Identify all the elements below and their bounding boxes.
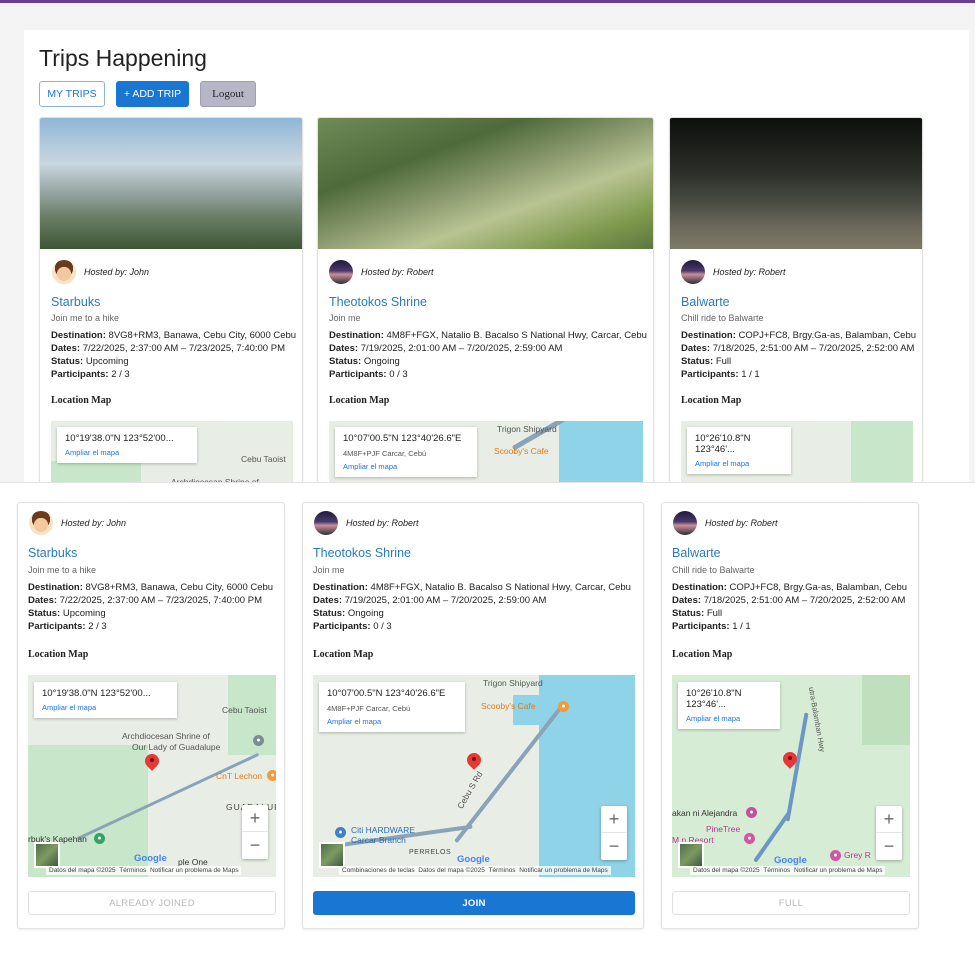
host-row: Hosted by: John — [52, 260, 149, 284]
trip-title[interactable]: Balwarte — [672, 546, 721, 560]
host-label: Hosted by: Robert — [346, 518, 419, 528]
zoom-out-button[interactable]: − — [601, 833, 627, 860]
logout-button[interactable]: Logout — [200, 81, 256, 107]
enlarge-map-link[interactable]: Ampliar el mapa — [65, 448, 189, 457]
location-map-label: Location Map — [313, 649, 374, 660]
sunset-avatar-icon — [329, 260, 353, 284]
trip-title[interactable]: Starbuks — [51, 295, 100, 309]
host-row: Hosted by: Robert — [681, 260, 786, 284]
map-satellite-toggle[interactable] — [319, 842, 345, 868]
trip-title[interactable]: Theotokos Shrine — [313, 546, 411, 560]
trip-title[interactable]: Starbuks — [28, 546, 77, 560]
map-info-box: 10°07'00.5"N 123°40'26.6"E 4M8F+PJF Carc… — [335, 427, 477, 477]
host-row: Hosted by: Robert — [673, 511, 778, 535]
map-info-box: 10°26'10.8"N 123°46'... Ampliar el mapa — [678, 682, 780, 729]
trip-description: Chill ride to Balwarte — [681, 313, 764, 323]
host-label: Hosted by: John — [61, 518, 127, 528]
location-map[interactable]: 10°07'00.5"N 123°40'26.6"E 4M8F+PJF Carc… — [313, 675, 635, 877]
map-info-box: 10°19'38.0"N 123°52'00... Ampliar el map… — [57, 427, 197, 463]
location-map-label: Location Map — [681, 395, 742, 406]
map-pin-icon — [467, 753, 481, 771]
trip-title[interactable]: Theotokos Shrine — [329, 295, 427, 309]
enlarge-map-link[interactable]: Ampliar el mapa — [327, 717, 457, 726]
trip-card-balwarte: Hosted by: Robert Balwarte Chill ride to… — [661, 502, 919, 929]
map-pin-icon — [145, 754, 159, 772]
trip-title[interactable]: Balwarte — [681, 295, 730, 309]
trip-description: Chill ride to Balwarte — [672, 565, 755, 575]
full-button: FULL — [672, 891, 910, 915]
trip-description: Join me to a hike — [28, 565, 97, 575]
trip-card-balwarte-top: Hosted by: Robert Balwarte Chill ride to… — [669, 117, 923, 482]
page-title: Trips Happening — [39, 45, 207, 71]
enlarge-map-link[interactable]: Ampliar el mapa — [695, 459, 783, 468]
trip-details: Destination: COPJ+FC8, Brgy.Ga-as, Balam… — [672, 582, 908, 632]
trip-card-starbuks-top: Hosted by: John Starbuks Join me to a hi… — [39, 117, 303, 482]
trip-description: Join me to a hike — [51, 313, 120, 323]
trips-page-top: Trips Happening MY TRIPS + ADD TRIP Logo… — [24, 30, 969, 482]
map-zoom-control[interactable]: + − — [242, 805, 268, 859]
enlarge-map-link[interactable]: Ampliar el mapa — [42, 703, 169, 712]
host-row: Hosted by: Robert — [314, 511, 419, 535]
location-map[interactable]: 10°19'38.0"N 123°52'00... Ampliar el map… — [28, 675, 276, 877]
boy-avatar-icon — [29, 511, 53, 535]
location-map-label: Location Map — [51, 395, 112, 406]
join-button[interactable]: JOIN — [313, 891, 635, 915]
map-footer: Datos del mapa ©2025 Términos Notificar … — [690, 866, 886, 875]
map-zoom-control[interactable]: + − — [876, 806, 902, 860]
trip-details: Destination: COPJ+FC8, Brgy.Ga-as, Balam… — [681, 330, 917, 380]
map-satellite-toggle[interactable] — [678, 842, 704, 868]
location-map-label: Location Map — [672, 649, 733, 660]
already-joined-button: ALREADY JOINED — [28, 891, 276, 915]
trip-details: Destination: 8VG8+RM3, Banawa, Cebu City… — [28, 582, 274, 632]
map-satellite-toggle[interactable] — [34, 842, 60, 868]
sunset-avatar-icon — [314, 511, 338, 535]
map-info-box: 10°07'00.5"N 123°40'26.6"E 4M8F+PJF Carc… — [319, 682, 465, 732]
host-label: Hosted by: John — [84, 267, 150, 277]
map-pin-icon — [783, 752, 797, 770]
location-map[interactable]: 10°07'00.5"N 123°40'26.6"E 4M8F+PJF Carc… — [329, 421, 643, 482]
zoom-out-button[interactable]: − — [242, 832, 268, 859]
my-trips-button[interactable]: MY TRIPS — [39, 81, 105, 107]
trip-details: Destination: 4M8F+FGX, Natalio B. Bacals… — [313, 582, 631, 632]
zoom-in-button[interactable]: + — [242, 805, 268, 832]
host-label: Hosted by: Robert — [713, 267, 786, 277]
map-info-box: 10°26'10.8"N 123°46'... Ampliar el mapa — [687, 427, 791, 474]
trip-description: Join me — [329, 313, 361, 323]
trips-page-bottom: Hosted by: John Starbuks Join me to a hi… — [0, 482, 975, 953]
location-map[interactable]: 10°19'38.0"N 123°52'00... Ampliar el map… — [51, 421, 293, 482]
trip-photo — [318, 118, 653, 249]
enlarge-map-link[interactable]: Ampliar el mapa — [686, 714, 772, 723]
host-label: Hosted by: Robert — [705, 518, 778, 528]
enlarge-map-link[interactable]: Ampliar el mapa — [343, 462, 469, 471]
sunset-avatar-icon — [673, 511, 697, 535]
top-accent-bar — [0, 0, 975, 3]
zoom-in-button[interactable]: + — [876, 806, 902, 833]
trip-card-theotokos: Hosted by: Robert Theotokos Shrine Join … — [302, 502, 644, 929]
trip-photo — [40, 118, 302, 249]
sunset-avatar-icon — [681, 260, 705, 284]
host-row: Hosted by: Robert — [329, 260, 434, 284]
map-footer: Datos del mapa ©2025 Términos Notificar … — [46, 866, 242, 875]
add-trip-button[interactable]: + ADD TRIP — [116, 81, 189, 107]
map-zoom-control[interactable]: + − — [601, 806, 627, 860]
trip-description: Join me — [313, 565, 345, 575]
location-map[interactable]: 10°26'10.8"N 123°46'... Ampliar el mapa … — [672, 675, 910, 877]
zoom-out-button[interactable]: − — [876, 833, 902, 860]
location-map[interactable]: 10°26'10.8"N 123°46'... Ampliar el mapa — [681, 421, 913, 482]
zoom-in-button[interactable]: + — [601, 806, 627, 833]
trip-card-theotokos-top: Hosted by: Robert Theotokos Shrine Join … — [317, 117, 654, 482]
trip-card-starbuks: Hosted by: John Starbuks Join me to a hi… — [17, 502, 285, 929]
location-map-label: Location Map — [28, 649, 89, 660]
trip-details: Destination: 8VG8+RM3, Banawa, Cebu City… — [51, 330, 297, 380]
host-row: Hosted by: John — [29, 511, 126, 535]
boy-avatar-icon — [52, 260, 76, 284]
trip-details: Destination: 4M8F+FGX, Natalio B. Bacals… — [329, 330, 647, 380]
trip-photo — [670, 118, 922, 249]
map-info-box: 10°19'38.0"N 123°52'00... Ampliar el map… — [34, 682, 177, 718]
host-label: Hosted by: Robert — [361, 267, 434, 277]
map-footer: Combinaciones de teclas Datos del mapa ©… — [339, 866, 611, 875]
location-map-label: Location Map — [329, 395, 390, 406]
